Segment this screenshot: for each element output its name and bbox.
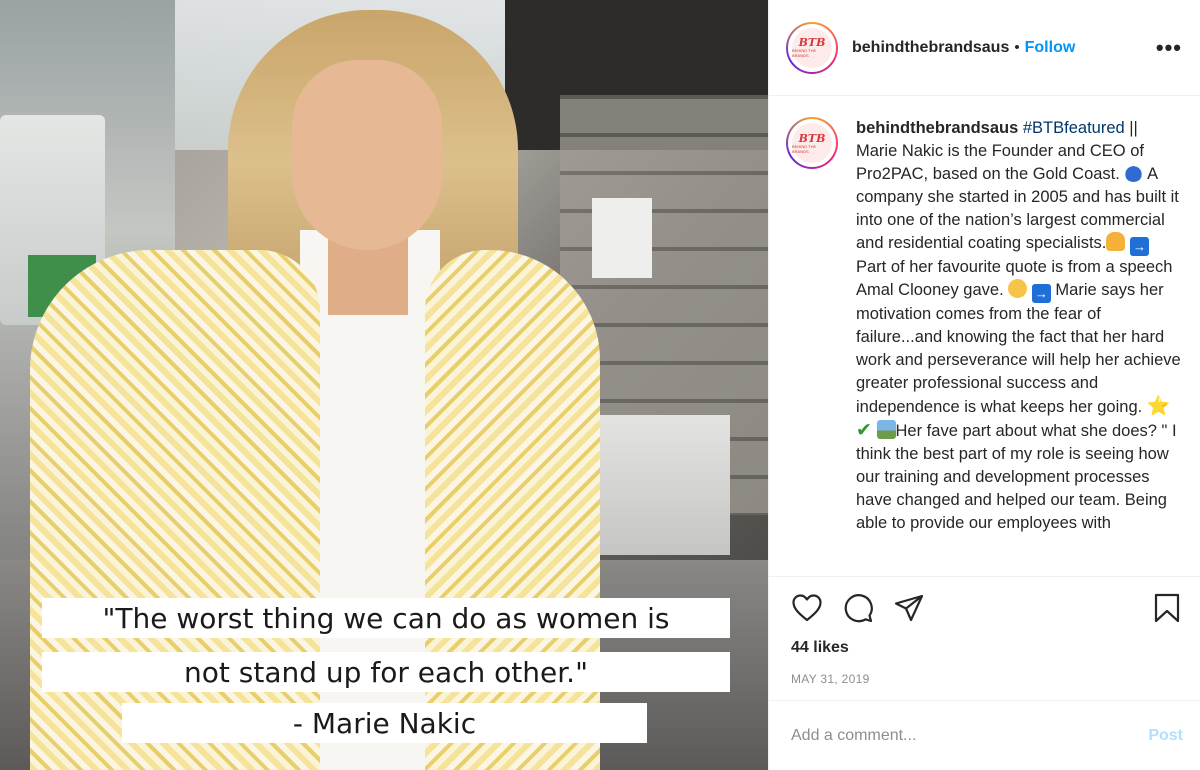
heart-icon[interactable] [791, 592, 823, 624]
arrow-emoji-icon: → [1130, 237, 1149, 256]
caption-section[interactable]: BTB BEHIND THE BRANDS behindthebrandsaus… [769, 97, 1200, 575]
caption-text: behindthebrandsaus #BTBfeatured || Marie… [856, 117, 1183, 575]
comment-icon[interactable] [842, 592, 874, 624]
separator-dot: • [1014, 39, 1020, 56]
car-emoji-icon [1124, 163, 1144, 182]
subject-jacket-right [425, 250, 600, 770]
sunrise-emoji-icon [876, 420, 896, 439]
post-side-panel: BTB BEHIND THE BRANDS behindthebrandsaus… [768, 0, 1200, 770]
bookmark-icon[interactable] [1151, 592, 1183, 624]
caption-username[interactable]: behindthebrandsaus [856, 119, 1018, 137]
caption-segment: Marie says her motivation comes from the… [856, 281, 1181, 416]
post-comment-button[interactable]: Post [1148, 727, 1183, 745]
quote-line-2: not stand up for each other." [42, 652, 730, 692]
comment-input[interactable] [791, 726, 1149, 745]
post-actions: 44 likes MAY 31, 2019 [769, 576, 1200, 700]
star-emoji-icon: ⭐ [1146, 396, 1171, 417]
follow-button[interactable]: Follow [1025, 39, 1076, 57]
caption-avatar[interactable]: BTB BEHIND THE BRANDS [786, 117, 838, 169]
brand-logo-text: BTB [798, 131, 826, 145]
arrow-emoji-icon: → [1031, 284, 1051, 303]
subject-face [292, 60, 442, 250]
likes-count[interactable]: 44 likes [791, 639, 1183, 657]
post-photo[interactable]: "The worst thing we can do as women is n… [0, 0, 768, 770]
caption-segment: Her fave part about what she does? " I t… [856, 422, 1177, 532]
header-username[interactable]: behindthebrandsaus [852, 39, 1009, 57]
hashtag-link[interactable]: #BTBfeatured [1023, 119, 1125, 137]
brand-logo-tagline: BEHIND THE BRANDS [792, 143, 817, 154]
post-date[interactable]: MAY 31, 2019 [791, 672, 1183, 686]
quote-author: - Marie Nakic [122, 703, 647, 743]
subject-jacket-left [30, 250, 320, 770]
brand-logo: BTB BEHIND THE BRANDS [792, 27, 832, 68]
share-icon[interactable] [893, 592, 925, 624]
avatar-frame: BTB BEHIND THE BRANDS [788, 23, 836, 72]
avatar[interactable]: BTB BEHIND THE BRANDS [786, 21, 838, 74]
check-emoji-icon: ✔ [856, 420, 872, 441]
brand-logo-text: BTB [798, 36, 826, 49]
ok-hand-emoji-icon [1008, 279, 1028, 298]
post-header: BTB BEHIND THE BRANDS behindthebrandsaus… [769, 0, 1200, 96]
avatar-frame: BTB BEHIND THE BRANDS [788, 119, 836, 167]
brand-logo: BTB BEHIND THE BRANDS [792, 123, 832, 163]
action-icon-row [791, 591, 1183, 625]
quote-line-1: "The worst thing we can do as women is [42, 598, 730, 638]
pray-emoji-icon [1106, 232, 1126, 251]
brand-logo-tagline: BEHIND THE BRANDS [792, 48, 817, 58]
comment-bar: Post [769, 700, 1200, 770]
more-options-icon[interactable]: ••• [1156, 35, 1182, 61]
